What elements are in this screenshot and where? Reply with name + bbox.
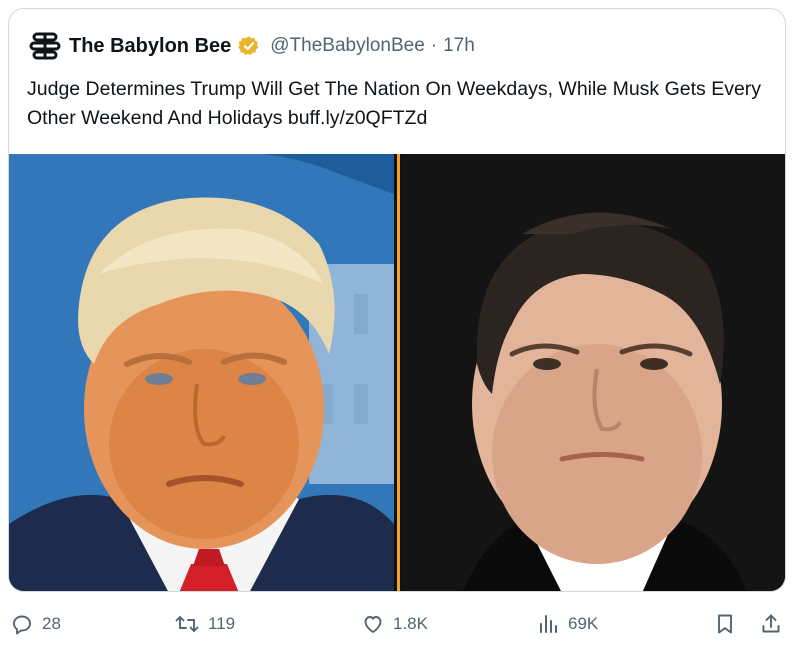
retweet-button[interactable]: 119 <box>174 612 235 636</box>
handle[interactable]: @TheBabylonBee <box>270 35 425 57</box>
reply-button[interactable]: 28 <box>10 612 61 636</box>
like-count: 1.8K <box>393 614 428 633</box>
tweet-media[interactable] <box>9 154 785 591</box>
views-count: 69K <box>568 614 599 633</box>
tweet-actions: 28 119 1.8K 69K <box>0 604 808 648</box>
display-name[interactable]: The Babylon Bee <box>69 35 231 58</box>
tweet-text: Judge Determines Trump Will Get The Nati… <box>27 78 762 129</box>
photo-right[interactable] <box>402 154 785 591</box>
like-button[interactable]: 1.8K <box>361 612 428 636</box>
heart-icon <box>364 616 382 633</box>
share-icon <box>762 614 780 633</box>
verified-badge-icon <box>238 35 260 57</box>
bookmark-icon <box>718 614 732 634</box>
retweet-icon <box>175 616 199 632</box>
tweet-card[interactable]: The Babylon Bee @TheBabylonBee · 17h Jud… <box>8 8 786 592</box>
views-chart-icon <box>540 615 557 633</box>
views-button[interactable]: 69K <box>538 612 598 636</box>
tweet-header: The Babylon Bee @TheBabylonBee · 17h <box>27 31 475 61</box>
photo-left[interactable] <box>9 154 394 591</box>
timestamp[interactable]: 17h <box>443 35 475 57</box>
reply-count: 28 <box>42 614 61 633</box>
share-button[interactable] <box>760 612 782 636</box>
image-divider-line <box>397 154 400 591</box>
reply-icon <box>13 615 31 635</box>
retweet-count: 119 <box>208 614 236 633</box>
bookmark-button[interactable] <box>714 612 736 636</box>
separator: · <box>430 35 438 56</box>
bee-logo-icon[interactable] <box>27 31 63 61</box>
